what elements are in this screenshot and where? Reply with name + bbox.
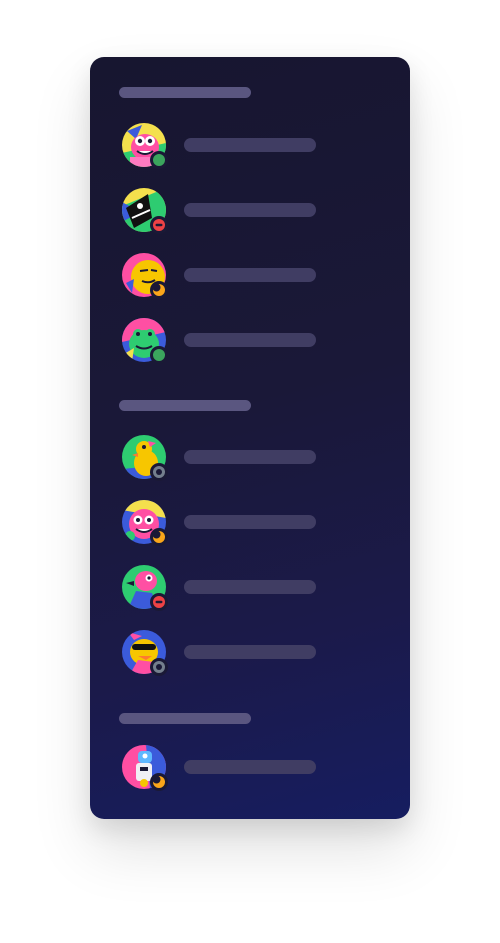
member-item[interactable] (120, 743, 380, 793)
member-item[interactable] (120, 433, 380, 483)
member-name-placeholder (184, 450, 316, 464)
idle-moon-icon (150, 281, 168, 299)
online-status-icon (150, 346, 168, 364)
member-name-placeholder (184, 203, 316, 217)
member-name-placeholder (184, 580, 316, 594)
member-item[interactable] (120, 498, 380, 548)
section-header-placeholder (119, 87, 251, 98)
member-item[interactable] (120, 251, 380, 301)
idle-moon-icon (150, 773, 168, 791)
section-header-placeholder (119, 713, 251, 724)
member-list-panel (90, 57, 410, 819)
offline-status-icon (150, 658, 168, 676)
section-header-placeholder (119, 400, 251, 411)
member-item[interactable] (120, 316, 380, 366)
dnd-status-icon (150, 593, 168, 611)
idle-moon-icon (150, 528, 168, 546)
member-item[interactable] (120, 628, 380, 678)
member-name-placeholder (184, 333, 316, 347)
member-item[interactable] (120, 563, 380, 613)
member-name-placeholder (184, 760, 316, 774)
member-name-placeholder (184, 515, 316, 529)
online-status-icon (150, 151, 168, 169)
member-name-placeholder (184, 268, 316, 282)
member-name-placeholder (184, 645, 316, 659)
member-item[interactable] (120, 186, 380, 236)
member-name-placeholder (184, 138, 316, 152)
member-item[interactable] (120, 121, 380, 171)
offline-status-icon (150, 463, 168, 481)
dnd-status-icon (150, 216, 168, 234)
